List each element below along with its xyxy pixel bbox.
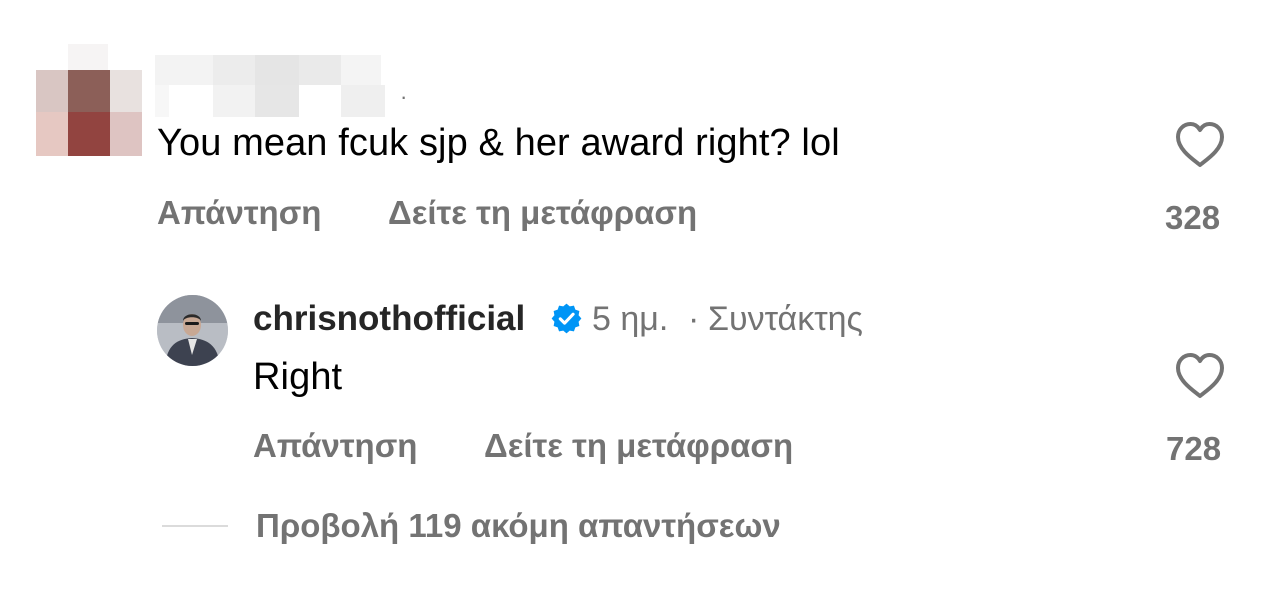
commenter-avatar-blurred[interactable]	[36, 44, 142, 156]
see-translation-button[interactable]: Δείτε τη μετάφραση	[388, 196, 697, 229]
see-translation-button[interactable]: Δείτε τη μετάφραση	[484, 429, 793, 462]
like-count: 728	[1166, 430, 1222, 467]
author-badge: Συντάκτης	[708, 300, 863, 338]
view-more-replies-button[interactable]: Προβολή 119 ακόμη απαντήσεων	[256, 509, 781, 542]
reply-timestamp: 5 ημ.	[592, 300, 669, 338]
commenter-username-blurred[interactable]	[155, 55, 395, 117]
like-count: 328	[1165, 199, 1221, 236]
reply-text: Right	[253, 356, 343, 398]
heart-icon[interactable]	[1174, 121, 1226, 169]
heart-icon[interactable]	[1174, 352, 1226, 400]
divider-line	[162, 525, 228, 527]
reply-button[interactable]: Απάντηση	[157, 196, 321, 229]
avatar[interactable]	[157, 295, 228, 366]
reply-username[interactable]: chrisnothofficial	[253, 301, 525, 336]
username-separator: ·	[400, 84, 408, 109]
verified-badge-icon	[551, 303, 582, 334]
reply-button[interactable]: Απάντηση	[253, 429, 417, 462]
meta-separator: ·	[688, 300, 700, 338]
comment-text: You mean fcuk sjp & her award right? lol	[157, 122, 840, 164]
